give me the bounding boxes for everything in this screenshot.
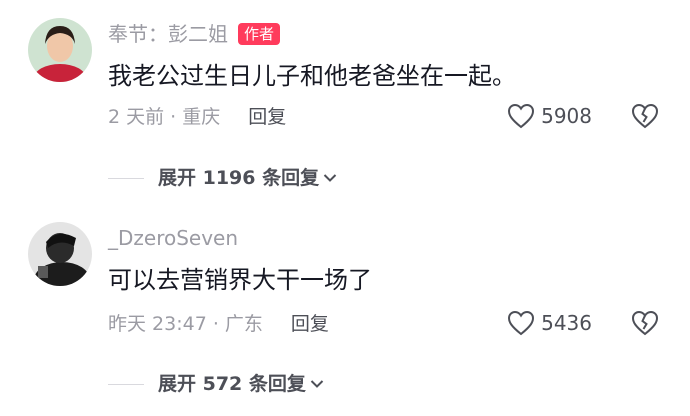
comment-time-location: 2 天前 · 重庆 <box>108 106 221 128</box>
comment-meta: 昨天 23:47 · 广东 回复 <box>108 311 329 337</box>
chevron-down-icon <box>310 380 324 388</box>
broken-heart-icon <box>631 310 659 336</box>
avatar-image <box>28 18 92 82</box>
comment-item: _DzeroSeven 可以去营销界大干一场了 昨天 23:47 · 广东 回复 … <box>0 210 690 416</box>
author-badge: 作者 <box>238 23 281 45</box>
avatar-image <box>28 222 92 286</box>
comment-username[interactable]: 奉节：彭二姐 作者 <box>108 22 281 46</box>
reply-button[interactable]: 回复 <box>291 313 329 335</box>
expand-divider <box>108 177 144 179</box>
expand-divider <box>108 383 144 385</box>
like-button[interactable]: 5436 <box>507 308 592 338</box>
heart-outline-icon <box>508 103 535 129</box>
expand-replies-label: 展开 1196 条回复 <box>158 167 320 189</box>
comment-item: 奉节：彭二姐 作者 我老公过生日儿子和他老爸坐在一起。 2 天前 · 重庆 回复 5… <box>0 0 690 210</box>
reply-button[interactable]: 回复 <box>248 106 286 128</box>
username-text: 奉节：彭二姐 <box>108 22 228 46</box>
avatar[interactable] <box>28 18 92 82</box>
expand-replies-label: 展开 572 条回复 <box>158 373 306 395</box>
comment-text: 可以去营销界大干一场了 <box>108 266 372 294</box>
dislike-button[interactable] <box>630 102 660 130</box>
like-count: 5436 <box>541 311 592 335</box>
comment-text: 我老公过生日儿子和他老爸坐在一起。 <box>108 62 516 90</box>
comment-username[interactable]: _DzeroSeven <box>108 226 238 250</box>
expand-replies-button[interactable]: 展开 1196 条回复 <box>108 165 337 191</box>
dislike-button[interactable] <box>630 309 660 337</box>
like-count: 5908 <box>541 104 592 128</box>
broken-heart-icon <box>631 103 659 129</box>
heart-outline-icon <box>508 310 535 336</box>
comment-meta: 2 天前 · 重庆 回复 <box>108 104 286 130</box>
avatar[interactable] <box>28 222 92 286</box>
expand-replies-button[interactable]: 展开 572 条回复 <box>108 371 324 397</box>
like-button[interactable]: 5908 <box>507 101 592 131</box>
chevron-down-icon <box>323 174 337 182</box>
comment-time-location: 昨天 23:47 · 广东 <box>108 313 263 335</box>
